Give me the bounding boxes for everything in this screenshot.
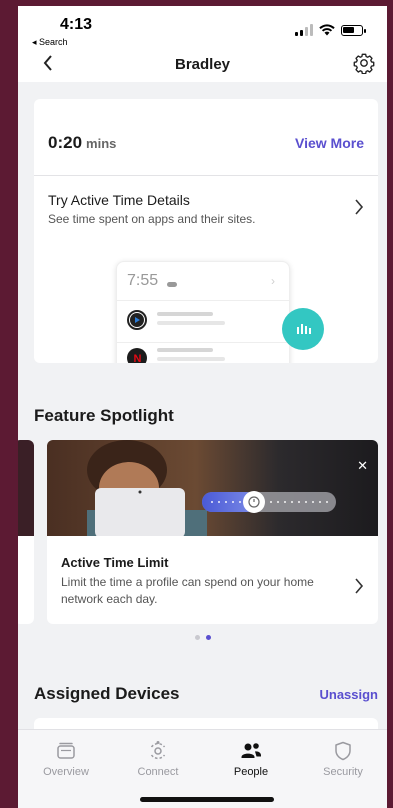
- active-time-limit-card[interactable]: ✕ Active Time Limit Limit the time a pro…: [47, 440, 378, 624]
- assigned-devices-heading: Assigned Devices: [34, 684, 180, 703]
- chart-icon: [282, 308, 324, 350]
- child-with-tablet-image: [47, 440, 378, 536]
- feature-spotlight-heading: Feature Spotlight: [34, 406, 174, 425]
- app-screen: 4:13 ◂ Search Bradley 0:20 mins View More: [18, 6, 387, 808]
- try-active-time-subtitle: See time spent on apps and their sites.: [48, 212, 256, 226]
- tab-label: Connect: [137, 766, 179, 778]
- preview-divider: [117, 342, 289, 343]
- tab-overview[interactable]: Overview: [26, 740, 106, 778]
- divider: [34, 175, 378, 176]
- svg-text:N: N: [134, 353, 142, 363]
- spotlight-card-title: Active Time Limit: [61, 555, 169, 570]
- preview-time: 7:55: [127, 272, 159, 289]
- try-active-time-title[interactable]: Try Active Time Details: [48, 192, 190, 208]
- top-bar: 4:13 ◂ Search Bradley: [18, 6, 387, 82]
- active-time-value: 0:20 mins: [48, 133, 116, 153]
- tab-label: Overview: [43, 766, 89, 778]
- gear-icon[interactable]: [353, 52, 375, 74]
- active-time-preview-illustration: 7:55 › N: [116, 261, 290, 363]
- preview-pill: [167, 282, 177, 287]
- preview-line: [157, 312, 213, 316]
- close-icon[interactable]: ✕: [357, 458, 368, 474]
- home-indicator[interactable]: [140, 797, 274, 802]
- preview-line: [157, 357, 225, 361]
- tab-label: Security: [323, 766, 363, 778]
- preview-chevron-icon: ›: [271, 274, 275, 288]
- netflix-app-icon: N: [127, 348, 147, 363]
- tab-security[interactable]: Security: [303, 740, 383, 778]
- people-icon: [241, 743, 261, 758]
- preview-divider: [117, 300, 289, 301]
- active-time-unit: mins: [86, 136, 117, 151]
- previous-spotlight-card[interactable]: [18, 440, 34, 624]
- chevron-right-icon[interactable]: [354, 578, 364, 594]
- device-frame: 4:13 ◂ Search Bradley 0:20 mins View More: [0, 0, 393, 808]
- signal-icon: [295, 24, 313, 36]
- feature-image: ✕: [47, 440, 378, 536]
- spotlight-card-description: Limit the time a profile can spend on yo…: [61, 575, 314, 606]
- wifi-icon: [319, 24, 335, 36]
- previous-card-image: [18, 440, 34, 536]
- shield-icon: [335, 741, 351, 761]
- connect-icon: [150, 741, 166, 760]
- back-to-search-link[interactable]: ◂ Search: [32, 37, 68, 48]
- tab-connect[interactable]: Connect: [118, 740, 198, 778]
- page-dot[interactable]: [195, 635, 200, 640]
- preview-line: [157, 348, 213, 352]
- preview-row: [127, 310, 277, 336]
- play-app-icon: [127, 310, 147, 330]
- status-icons: [295, 24, 366, 36]
- preview-row: N: [127, 348, 277, 363]
- active-time-number: 0:20: [48, 133, 83, 152]
- preview-line: [157, 321, 225, 325]
- tab-people[interactable]: People: [211, 740, 291, 778]
- tab-label: People: [233, 766, 269, 778]
- view-more-link[interactable]: View More: [295, 135, 364, 151]
- unassign-button[interactable]: Unassign: [319, 687, 378, 702]
- page-title: Bradley: [174, 56, 231, 73]
- active-time-card: 0:20 mins View More Try Active Time Detai…: [34, 99, 378, 363]
- chevron-right-icon[interactable]: [354, 199, 364, 215]
- battery-icon: [341, 24, 366, 36]
- overview-icon: [57, 742, 75, 759]
- page-dot-active[interactable]: [206, 635, 211, 640]
- status-time: 4:13: [60, 16, 93, 33]
- carousel-page-indicator[interactable]: [195, 635, 211, 640]
